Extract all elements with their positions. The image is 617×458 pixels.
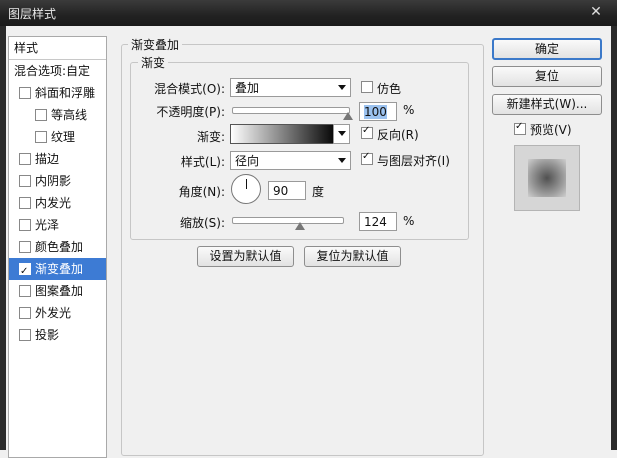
style-list-item[interactable]: 纹理 xyxy=(9,126,106,148)
style-list-item-label: 外发光 xyxy=(35,306,72,320)
style-list-checkbox[interactable] xyxy=(19,329,31,341)
chevron-down-icon xyxy=(338,131,346,136)
new-style-button[interactable]: 新建样式(W)... xyxy=(492,94,602,115)
preview-thumbnail xyxy=(514,145,580,211)
align-with-layer-label: 与图层对齐(I) xyxy=(377,154,450,168)
angle-value: 90 xyxy=(273,184,289,198)
angle-input[interactable]: 90 xyxy=(268,181,306,200)
chevron-down-icon xyxy=(338,85,346,90)
style-list-item[interactable]: 内发光 xyxy=(9,192,106,214)
dither-checkbox[interactable] xyxy=(361,81,373,93)
window-title: 图层样式 xyxy=(8,7,57,21)
opacity-unit: % xyxy=(403,103,415,117)
style-list-checkbox[interactable] xyxy=(35,131,47,143)
style-list-item[interactable]: 渐变叠加 xyxy=(9,258,106,283)
style-label: 样式(L): xyxy=(180,155,225,169)
ok-button[interactable]: 确定 xyxy=(492,38,602,60)
angle-label: 角度(N): xyxy=(178,185,225,199)
style-list-header-label: 样式 xyxy=(14,41,39,55)
blend-mode-label: 混合模式(O): xyxy=(154,82,225,96)
style-list-header[interactable]: 样式 xyxy=(9,37,106,60)
style-list-checkbox[interactable] xyxy=(19,197,31,209)
scale-value: 124 xyxy=(364,215,387,229)
subgroup-title: 渐变 xyxy=(138,54,169,71)
group-title: 渐变叠加 xyxy=(128,36,183,53)
make-default-button[interactable]: 设置为默认值 xyxy=(197,246,294,267)
style-select[interactable]: 径向 xyxy=(230,151,351,170)
style-list-item-label: 纹理 xyxy=(51,130,76,144)
style-list-item[interactable]: 颜色叠加 xyxy=(9,236,106,258)
scale-input[interactable]: 124 xyxy=(359,212,397,231)
style-list-item[interactable]: 混合选项:自定 xyxy=(9,60,106,82)
gradient-swatch[interactable] xyxy=(230,124,334,144)
style-list-item-label: 斜面和浮雕 xyxy=(35,86,96,100)
dither-label: 仿色 xyxy=(377,82,402,96)
style-list-checkbox[interactable] xyxy=(19,307,31,319)
window-frame-right xyxy=(611,26,617,450)
gradient-label: 渐变: xyxy=(196,130,225,144)
opacity-slider-track[interactable] xyxy=(232,107,350,114)
style-list-item-label: 内发光 xyxy=(35,196,72,210)
gradient-picker-button[interactable] xyxy=(333,124,350,144)
preview-label: 预览(V) xyxy=(530,123,572,137)
angle-unit: 度 xyxy=(312,185,325,199)
style-list-item[interactable]: 内阴影 xyxy=(9,170,106,192)
scale-unit: % xyxy=(403,214,415,228)
style-list-item-label: 内阴影 xyxy=(35,174,72,188)
blend-mode-value: 叠加 xyxy=(235,81,260,95)
close-icon[interactable]: ✕ xyxy=(583,2,609,22)
style-list-item[interactable]: 外发光 xyxy=(9,302,106,324)
style-list-checkbox[interactable] xyxy=(19,87,31,99)
scale-slider-track[interactable] xyxy=(232,217,344,224)
style-list-checkbox[interactable] xyxy=(19,285,31,297)
style-list-item-label: 图案叠加 xyxy=(35,284,84,298)
preview-checkbox[interactable] xyxy=(514,121,526,135)
reset-button[interactable]: 复位 xyxy=(492,66,602,87)
style-list-item[interactable]: 描边 xyxy=(9,148,106,170)
scale-label: 缩放(S): xyxy=(179,216,225,230)
opacity-input[interactable]: 100 xyxy=(359,102,397,121)
style-list-item-label: 等高线 xyxy=(51,108,88,122)
style-list-item[interactable]: 斜面和浮雕 xyxy=(9,82,106,104)
style-list-item-label: 渐变叠加 xyxy=(35,262,84,276)
align-with-layer-checkbox[interactable] xyxy=(361,151,373,165)
style-list-checkbox[interactable] xyxy=(19,241,31,253)
style-list-item-label: 描边 xyxy=(35,152,60,166)
style-list-checkbox[interactable] xyxy=(19,153,31,165)
style-list-checkbox[interactable] xyxy=(19,261,31,283)
reverse-checkbox[interactable] xyxy=(361,125,373,139)
preview-swatch xyxy=(528,159,566,197)
style-list-item-label: 混合选项:自定 xyxy=(14,64,91,78)
style-value: 径向 xyxy=(235,154,260,168)
reset-default-button[interactable]: 复位为默认值 xyxy=(304,246,401,267)
style-list-item-label: 投影 xyxy=(35,328,60,342)
chevron-down-icon xyxy=(338,158,346,163)
scale-slider-thumb[interactable] xyxy=(295,222,306,230)
style-list-checkbox[interactable] xyxy=(19,219,31,231)
opacity-label: 不透明度(P): xyxy=(156,105,225,119)
style-list-checkbox[interactable] xyxy=(35,109,47,121)
style-list: 样式 混合选项:自定斜面和浮雕等高线纹理描边内阴影内发光光泽颜色叠加渐变叠加图案… xyxy=(8,36,107,458)
reverse-label: 反向(R) xyxy=(377,128,419,142)
style-list-item[interactable]: 投影 xyxy=(9,324,106,346)
blend-mode-select[interactable]: 叠加 xyxy=(230,78,351,97)
angle-dial[interactable] xyxy=(231,174,261,204)
style-list-item[interactable]: 等高线 xyxy=(9,104,106,126)
opacity-slider-thumb[interactable] xyxy=(343,112,353,120)
title-bar: 图层样式 ✕ xyxy=(0,0,617,26)
style-list-item-label: 光泽 xyxy=(35,218,60,232)
style-list-item[interactable]: 光泽 xyxy=(9,214,106,236)
style-list-checkbox[interactable] xyxy=(19,175,31,187)
angle-needle xyxy=(246,179,247,189)
style-list-item[interactable]: 图案叠加 xyxy=(9,280,106,302)
opacity-value: 100 xyxy=(364,105,387,119)
style-list-item-label: 颜色叠加 xyxy=(35,240,84,254)
